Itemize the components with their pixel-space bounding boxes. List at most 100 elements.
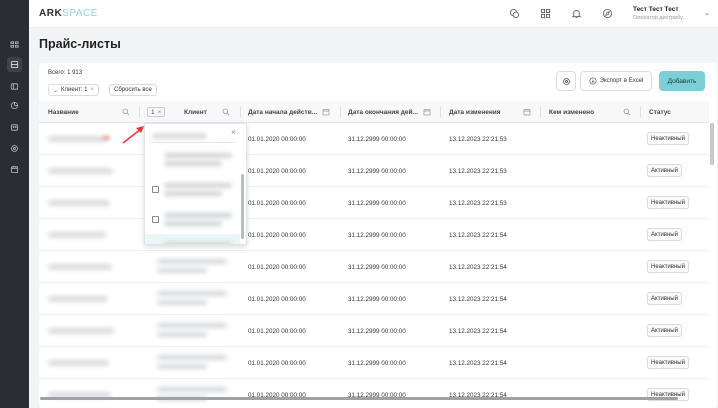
compass-icon [602,8,612,18]
start-date-cell: 01.01.2020 00:00:00 [248,199,306,207]
column-header-name[interactable]: Название [48,101,79,123]
sidebar-item-chart[interactable] [7,98,22,113]
client-option-selected[interactable] [145,234,240,244]
table-row[interactable]: 01.01.2020 00:00:00 31.12.2999 00:00:00 … [39,187,709,219]
client-cell-redacted [157,289,237,309]
annotation-arrow [122,126,144,144]
gear-icon [562,77,570,85]
column-divider [540,106,541,118]
client-option[interactable] [145,145,240,175]
client-cell-redacted [157,353,237,373]
table-row[interactable]: 01.01.2020 00:00:00 31.12.2999 00:00:00 … [39,219,709,251]
start-date-cell: 01.01.2020 00:00:00 [248,135,306,143]
column-header-start-date[interactable]: Дата начала действ... [248,101,317,123]
end-date-cell: 31.12.2999 00:00:00 [348,295,406,303]
table-settings-button[interactable] [556,71,576,91]
status-badge: Неактивный [647,356,689,369]
sidebar-item-database[interactable] [7,57,22,72]
table-row[interactable]: 01.01.2020 00:00:00 31.12.2999 00:00:00 … [39,155,709,187]
database-icon [10,60,19,69]
client-cell-redacted [157,257,237,277]
status-badge: Активный [647,228,682,241]
name-cell-redacted [48,168,113,174]
table-row[interactable]: 01.01.2020 00:00:00 31.12.2999 00:00:00 … [39,347,709,379]
table-row[interactable]: 01.01.2020 00:00:00 31.12.2999 00:00:00 … [39,379,709,408]
filter-chip-label: Клиент: 1 [61,87,88,93]
client-option[interactable] [145,205,240,235]
close-icon[interactable]: × [158,109,162,116]
client-filter-search-input[interactable] [150,128,236,143]
sidebar-item-calendar[interactable] [7,162,22,177]
user-name[interactable]: Тест Тест Тест [633,6,679,13]
dropdown-scrollbar[interactable] [241,174,244,239]
checkbox[interactable] [152,216,159,223]
start-date-cell: 01.01.2020 00:00:00 [248,359,306,367]
vertical-scrollbar[interactable] [710,123,714,165]
apps-button[interactable] [539,7,551,19]
chat-button[interactable] [508,7,520,19]
end-date-cell: 31.12.2999 00:00:00 [348,327,406,335]
checkbox[interactable] [152,186,159,193]
close-icon[interactable]: × [90,87,94,93]
start-date-cell: 01.01.2020 00:00:00 [248,391,306,399]
table-row[interactable]: 01.01.2020 00:00:00 31.12.2999 00:00:00 … [39,251,709,283]
horizontal-scrollbar[interactable] [40,397,678,400]
bell-icon [571,9,581,18]
start-date-cell: 01.01.2020 00:00:00 [248,327,306,335]
layout-icon [10,83,19,90]
status-badge: Активный [647,324,682,337]
status-badge: Активный [647,164,682,177]
changed-at-cell: 13.12.2023 22:21:54 [449,327,507,335]
changed-at-cell: 13.12.2023 22:21:53 [449,167,507,175]
search-icon[interactable] [222,108,230,116]
end-date-cell: 31.12.2999 00:00:00 [348,167,406,175]
chat-icon [509,8,519,18]
column-divider [440,106,441,118]
calendar-icon[interactable] [523,108,531,116]
name-cell-redacted [48,360,109,366]
end-date-cell: 31.12.2999 00:00:00 [348,199,406,207]
status-badge: Неактивный [647,196,689,209]
add-button[interactable]: Добавить [659,71,705,91]
changed-at-cell: 13.12.2023 22:21:54 [449,359,507,367]
name-cell-redacted [48,328,114,334]
end-date-cell: 31.12.2999 00:00:00 [348,391,406,399]
notifications-button[interactable] [570,7,582,19]
sidebar-item-hierarchy[interactable] [7,37,22,52]
calendar-icon[interactable] [423,108,431,116]
chevron-down-icon[interactable]: ⌄ [704,9,710,17]
column-header-changed-by[interactable]: Кем изменено [549,101,594,123]
client-cell-redacted [157,385,237,405]
calendar-icon[interactable] [322,108,330,116]
client-filter-count: 1 [151,108,155,116]
column-header-status[interactable]: Статус [649,101,671,123]
sidebar-item-settings[interactable] [7,141,22,156]
reset-filters-button[interactable]: Сбросить все [109,84,157,96]
client-option[interactable] [145,175,240,205]
compass-button[interactable] [601,7,613,19]
changed-at-cell: 13.12.2023 22:21:53 [449,199,507,207]
highlight-mark [102,136,110,140]
sidebar-item-layout[interactable] [7,79,22,94]
start-date-cell: 01.01.2020 00:00:00 [248,231,306,239]
search-icon[interactable] [623,108,631,116]
table-row[interactable]: 01.01.2020 00:00:00 31.12.2999 00:00:00 … [39,315,709,347]
close-icon[interactable]: × [231,128,236,137]
column-divider [640,106,641,118]
end-date-cell: 31.12.2999 00:00:00 [348,135,406,143]
name-cell-redacted [48,296,108,302]
column-header-client[interactable]: Клиент [184,101,207,123]
gear-icon [11,145,18,152]
search-icon[interactable] [122,108,130,116]
column-header-changed-at[interactable]: Дата изменения [449,101,501,123]
start-date-cell: 01.01.2020 00:00:00 [248,295,306,303]
app-logo[interactable]: ARKSPACE [39,8,98,19]
status-badge: Активный [647,292,682,305]
export-excel-button[interactable]: Экспорт в Excel [580,71,652,91]
column-header-end-date[interactable]: Дата окончания дей... [348,101,418,123]
page-title: Прайс-листы [39,37,121,51]
filter-chip-client[interactable]: ⌄ Клиент: 1 × [48,84,99,96]
table-row[interactable]: 01.01.2020 00:00:00 31.12.2999 00:00:00 … [39,283,709,315]
calendar-icon [10,165,19,174]
sidebar-item-users[interactable] [7,120,22,135]
